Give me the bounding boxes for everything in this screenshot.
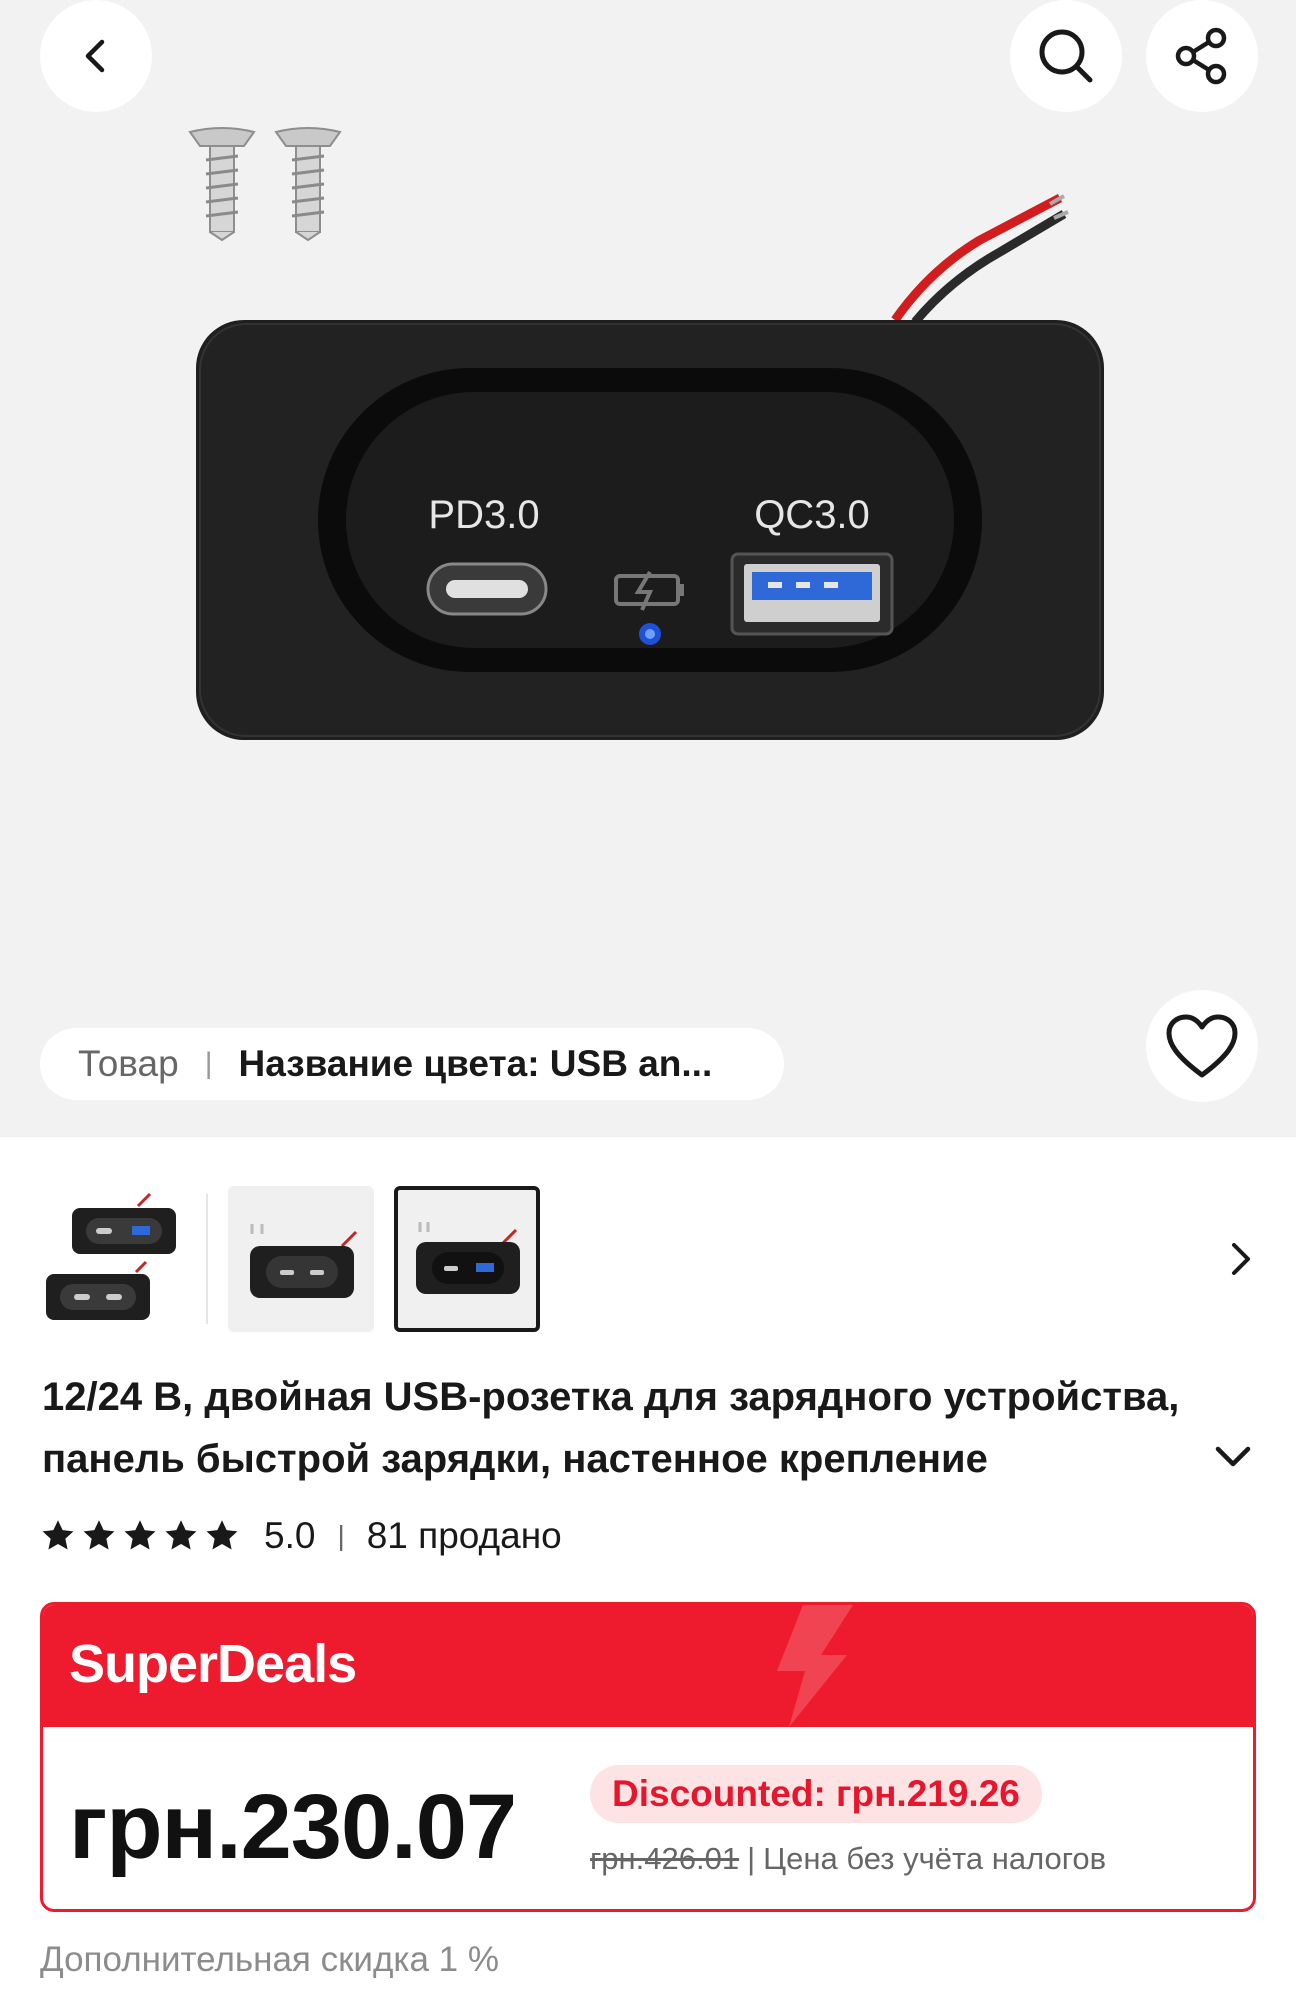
chevron-left-icon: [85, 39, 105, 73]
variant-selector[interactable]: Товар | Название цвета: USB an...: [40, 1028, 784, 1100]
back-button[interactable]: [40, 0, 152, 112]
variant-separator: |: [204, 1047, 213, 1080]
product-title: 12/24 В, двойная USB-розетка для зарядно…: [42, 1375, 1180, 1481]
rating-stars: [40, 1518, 240, 1554]
current-price: грн.230.07: [69, 1776, 517, 1878]
thumbnail-1[interactable]: [40, 1186, 186, 1332]
product-gallery[interactable]: PD3.0 QC3.0 Товар | Название цвета: USB …: [0, 0, 1296, 1137]
price-details: грн.426.01 | Цена без учёта налогов: [590, 1841, 1106, 1877]
search-icon: [1039, 29, 1093, 83]
star-icon: [83, 1520, 115, 1550]
title-fade: [1130, 1428, 1210, 1490]
thumbnails-next-button[interactable]: [1210, 1224, 1270, 1294]
port-right-label: QC3.0: [754, 493, 870, 537]
thumbnail-divider: [206, 1194, 208, 1324]
rating-row[interactable]: 5.0 | 81 продано: [40, 1510, 562, 1562]
thumbnail-3-selected[interactable]: [394, 1186, 540, 1332]
superdeals-price-box[interactable]: SuperDeals грн.230.07 Discounted: грн.21…: [40, 1602, 1256, 1912]
lightning-icon: [777, 1605, 853, 1727]
sold-count: 81 продано: [366, 1515, 562, 1556]
extra-discount: Дополнительная скидка 1 %: [40, 1940, 499, 1979]
chevron-down-icon: [1215, 1446, 1251, 1467]
star-icon: [165, 1520, 197, 1550]
price-separator: |: [747, 1841, 756, 1876]
title-expand-button[interactable]: [1208, 1432, 1258, 1482]
port-left-label: PD3.0: [428, 493, 539, 537]
thumbnail-2[interactable]: [228, 1186, 374, 1332]
thumbnail-strip: [40, 1186, 1256, 1332]
share-icon: [1175, 27, 1227, 85]
chevron-right-icon: [1232, 1243, 1250, 1275]
product-image[interactable]: PD3.0 QC3.0: [0, 110, 1296, 810]
rating-separator: |: [337, 1520, 345, 1551]
favorite-button[interactable]: [1146, 990, 1258, 1102]
superdeals-header: SuperDeals: [43, 1605, 1253, 1727]
variant-value: Название цвета: USB an...: [238, 1043, 713, 1084]
variant-label: Товар: [78, 1043, 179, 1084]
star-icon: [124, 1520, 156, 1550]
tax-note: Цена без учёта налогов: [763, 1841, 1107, 1876]
discounted-price-badge: Discounted: грн.219.26: [590, 1765, 1042, 1823]
search-button[interactable]: [1010, 0, 1122, 112]
star-icon: [206, 1520, 238, 1550]
share-button[interactable]: [1146, 0, 1258, 112]
original-price: грн.426.01: [590, 1841, 740, 1876]
star-icon: [42, 1520, 74, 1550]
superdeals-logo: SuperDeals: [69, 1634, 357, 1694]
screws-image: [188, 127, 342, 242]
heart-outline-icon: [1166, 1014, 1238, 1078]
rating-value: 5.0: [264, 1515, 316, 1556]
